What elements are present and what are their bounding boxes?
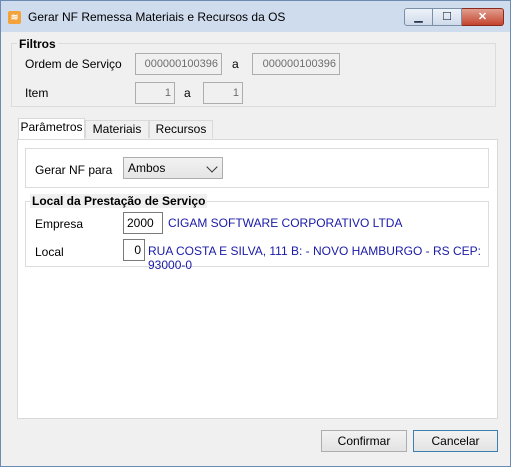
tab-recursos[interactable]: Recursos: [149, 120, 213, 138]
app-logo-icon: ≋: [8, 11, 21, 24]
title-bar[interactable]: ≋ Gerar NF Remessa Materiais e Recursos …: [1, 1, 510, 32]
minimize-button[interactable]: ▁: [404, 8, 433, 26]
ordem-label: Ordem de Serviço: [25, 57, 122, 71]
confirm-button[interactable]: Confirmar: [321, 430, 407, 452]
filters-title: Filtros: [17, 37, 58, 51]
ordem-sep: a: [232, 57, 239, 71]
maximize-button[interactable]: ☐: [433, 8, 462, 26]
local-label: Local: [35, 245, 64, 259]
tab-parametros[interactable]: Parâmetros: [18, 118, 85, 139]
local-address: RUA COSTA E SILVA, 111 B: - NOVO HAMBURG…: [148, 244, 481, 272]
tab-materiais[interactable]: Materiais: [85, 120, 149, 138]
gerar-label: Gerar NF para: [35, 163, 113, 177]
local-title: Local da Prestação de Serviço: [30, 194, 208, 208]
local-field[interactable]: 0: [123, 239, 145, 261]
gerar-select[interactable]: Ambos: [123, 157, 223, 179]
window-title: Gerar NF Remessa Materiais e Recursos da…: [28, 10, 286, 24]
item-from-field[interactable]: 1: [135, 82, 175, 104]
gerar-select-value: Ambos: [128, 161, 166, 175]
item-to-field[interactable]: 1: [203, 82, 243, 104]
empresa-field[interactable]: 2000: [123, 212, 163, 234]
item-label: Item: [25, 86, 49, 100]
dialog-body: Filtros Ordem de Serviço 000000100396 a …: [9, 32, 502, 460]
ordem-from-field[interactable]: 000000100396: [135, 53, 222, 75]
chevron-down-icon: [206, 161, 218, 173]
ordem-to-field[interactable]: 000000100396: [252, 53, 340, 75]
cancel-button[interactable]: Cancelar: [413, 430, 498, 452]
close-button[interactable]: ✕: [462, 8, 504, 26]
item-sep: a: [184, 86, 191, 100]
empresa-label: Empresa: [35, 217, 84, 231]
tab-page-parametros: Gerar NF para Ambos Local da Prestação d…: [17, 139, 498, 419]
empresa-name: CIGAM SOFTWARE CORPORATIVO LTDA: [168, 216, 403, 230]
main-window: ≋ Gerar NF Remessa Materiais e Recursos …: [0, 0, 511, 467]
